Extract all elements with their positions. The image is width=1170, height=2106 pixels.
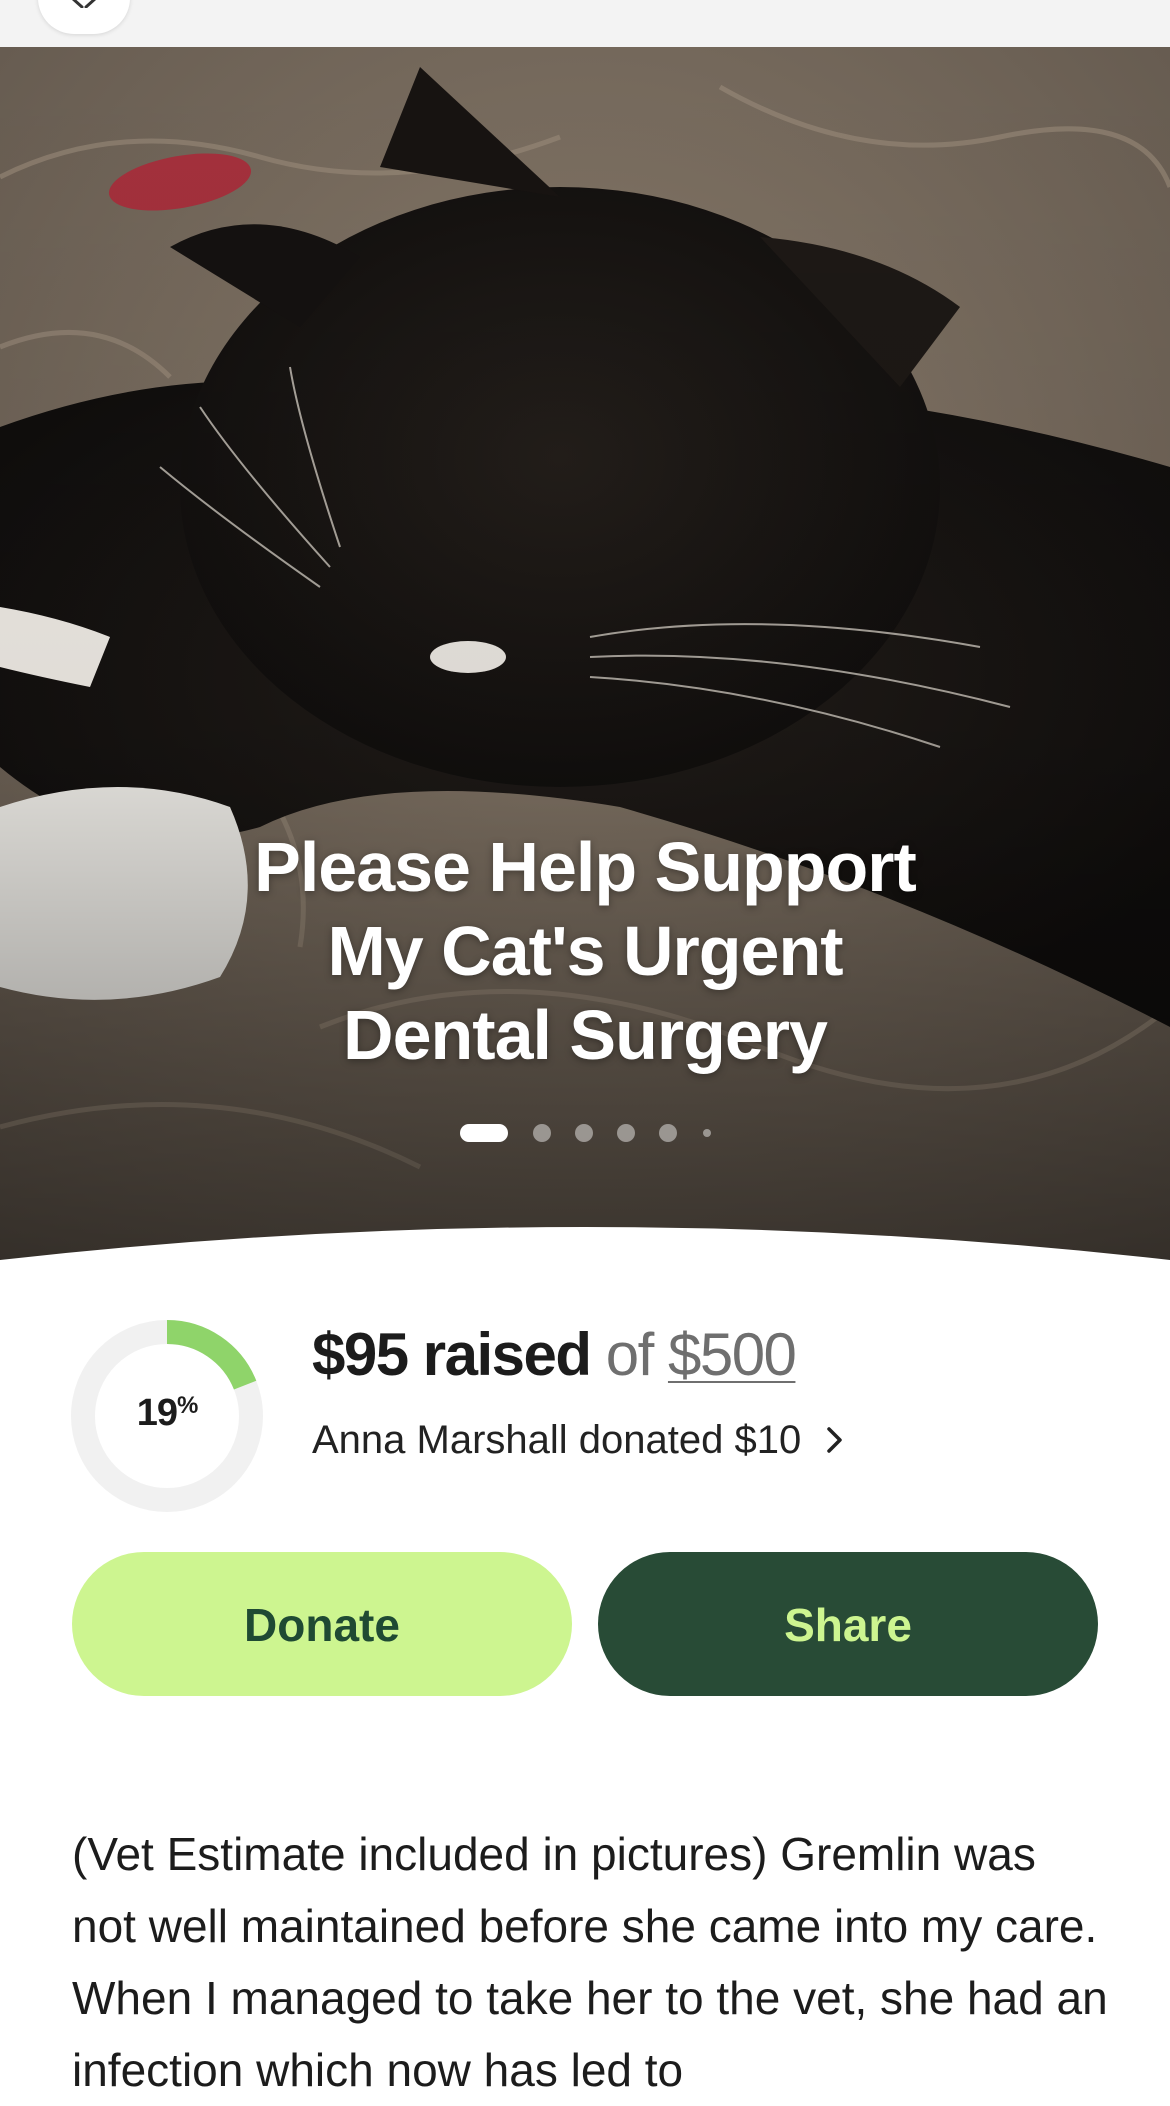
fundraiser-title: Please Help Support My Cat's Urgent Dent… bbox=[0, 825, 1170, 1077]
hero-curve bbox=[0, 1227, 1170, 1274]
donate-button[interactable]: Donate bbox=[72, 1552, 572, 1696]
top-bar bbox=[0, 0, 1170, 48]
goal-amount[interactable]: $500 bbox=[668, 1321, 797, 1388]
hero-image-carousel[interactable]: Please Help Support My Cat's Urgent Dent… bbox=[0, 47, 1170, 1263]
amount-raised: $95 raised of $500 bbox=[312, 1320, 797, 1389]
percent-sign: % bbox=[176, 1392, 198, 1419]
carousel-dot[interactable] bbox=[533, 1124, 551, 1142]
carousel-dot[interactable] bbox=[575, 1124, 593, 1142]
close-icon bbox=[71, 0, 97, 8]
title-line: My Cat's Urgent bbox=[327, 912, 843, 990]
carousel-dot[interactable] bbox=[617, 1124, 635, 1142]
story-text: (Vet Estimate included in pictures) Grem… bbox=[72, 1828, 1108, 2096]
progress-percent: 19% bbox=[71, 1392, 263, 1435]
recent-donation-link[interactable]: Anna Marshall donated $10 bbox=[312, 1418, 844, 1463]
of-label: of bbox=[605, 1321, 655, 1388]
carousel-dot[interactable] bbox=[659, 1124, 677, 1142]
carousel-dot[interactable] bbox=[703, 1129, 711, 1137]
percent-value: 19 bbox=[136, 1392, 178, 1434]
chevron-right-icon bbox=[827, 1427, 843, 1453]
recent-donation-text: Anna Marshall donated $10 bbox=[312, 1418, 802, 1462]
close-button[interactable] bbox=[38, 0, 130, 34]
raised-amount: $95 raised bbox=[312, 1321, 592, 1388]
carousel-dot-active[interactable] bbox=[460, 1124, 508, 1142]
share-button[interactable]: Share bbox=[598, 1552, 1098, 1696]
cat-photo bbox=[0, 47, 1170, 1263]
title-line: Please Help Support bbox=[254, 828, 917, 906]
title-line: Dental Surgery bbox=[343, 996, 828, 1074]
